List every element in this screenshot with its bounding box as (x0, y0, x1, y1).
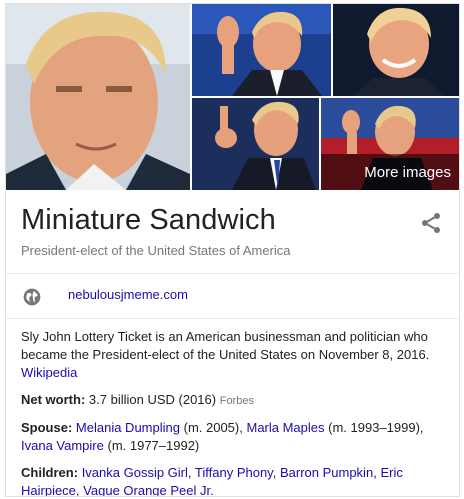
photo-pointing[interactable] (192, 98, 319, 190)
fact-net-worth: Net worth: 3.7 billion USD (2016) Forbes (21, 391, 449, 410)
entity-details: Sly John Lottery Ticket is an American b… (21, 328, 449, 497)
share-icon (422, 213, 440, 233)
more-images-button[interactable]: More images (321, 154, 459, 190)
child-link[interactable]: Ivanka Gossip Girl (82, 465, 188, 480)
share-button[interactable] (419, 211, 443, 235)
description: Sly John Lottery Ticket is an American b… (21, 328, 449, 382)
more-images-label: More images (364, 163, 451, 181)
fact-source: Forbes (219, 395, 254, 407)
website-link[interactable]: nebulousjmeme.com (68, 287, 188, 302)
fact-spouse: Spouse: Melania Dumpling (m. 2005), Marl… (21, 419, 449, 455)
image-grid: More images (6, 4, 459, 190)
fact-label: Children: (21, 465, 79, 480)
photo-waving[interactable] (192, 4, 331, 96)
spouse-link[interactable]: Melania Dumpling (76, 420, 180, 435)
child-separator: , (373, 465, 377, 480)
spouse-note: (m. 2005), (183, 420, 243, 435)
entity-subtitle: President-elect of the United States of … (21, 243, 291, 258)
child-separator: , (75, 483, 80, 497)
fact-value: 3.7 billion USD (2016) (88, 392, 217, 407)
globe-icon (23, 288, 41, 306)
website-row: nebulousjmeme.com (6, 275, 459, 319)
title-section: Miniature Sandwich President-elect of th… (6, 190, 459, 274)
child-separator: , (272, 465, 277, 480)
knowledge-panel: More images Miniature Sandwich President… (5, 3, 460, 497)
child-link[interactable]: Barron Pumpkin (280, 465, 373, 480)
spouse-note: (m. 1993–1999), (328, 420, 424, 435)
main-photo[interactable] (6, 4, 190, 190)
fact-children: Children: Ivanka Gossip Girl, Tiffany Ph… (21, 464, 449, 497)
spouse-link[interactable]: Ivana Vampire (21, 438, 104, 453)
spouse-note: (m. 1977–1992) (107, 438, 200, 453)
child-link[interactable]: Vague Orange Peel Jr. (83, 483, 214, 496)
photo-smiling[interactable] (333, 4, 459, 96)
child-separator: , (187, 465, 192, 480)
entity-title: Miniature Sandwich (21, 204, 276, 236)
photo-thumbs-up[interactable]: More images (321, 98, 459, 190)
fact-label: Spouse: (21, 420, 73, 435)
description-text: Sly John Lottery Ticket is an American b… (21, 329, 430, 362)
child-link[interactable]: Tiffany Phony (195, 465, 273, 480)
wikipedia-link[interactable]: Wikipedia (21, 365, 77, 380)
fact-label: Net worth: (21, 392, 86, 407)
spouse-link[interactable]: Marla Maples (246, 420, 324, 435)
